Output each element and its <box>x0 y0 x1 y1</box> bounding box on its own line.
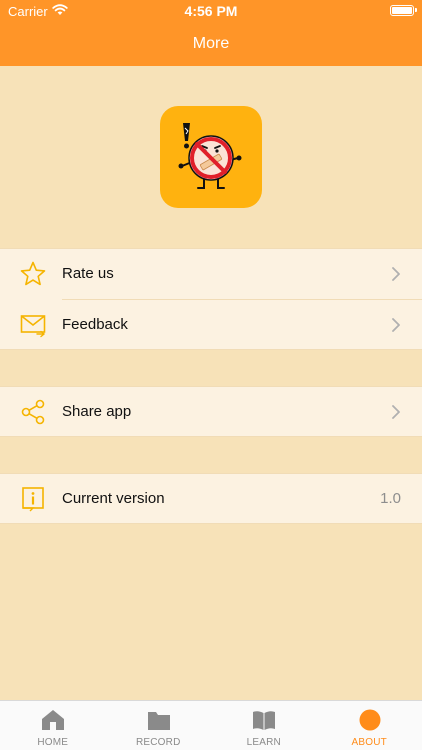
home-icon <box>42 710 64 730</box>
share-app-row[interactable]: Share app <box>0 387 422 437</box>
star-icon <box>20 261 46 286</box>
share-icon <box>21 399 45 425</box>
tab-learn-label: LEARN <box>246 737 281 748</box>
mascot-graphic <box>178 123 242 189</box>
book-icon <box>253 711 275 730</box>
tab-record[interactable]: RECORD <box>106 701 212 750</box>
folder-icon <box>147 712 170 730</box>
chevron-right-icon <box>392 405 400 419</box>
menu-group-feedback: Rate us Feedback <box>0 248 422 350</box>
tab-home-label: HOME <box>37 737 69 748</box>
tab-about[interactable]: ABOUT <box>317 701 422 750</box>
tab-bar: HOME RECORD LEARN ABOUT <box>0 700 422 750</box>
tab-about-label: ABOUT <box>351 737 387 748</box>
rate-us-row[interactable]: Rate us <box>0 249 422 299</box>
nav-bar: More <box>0 22 422 66</box>
page-title: More <box>192 35 230 52</box>
chevron-right-icon <box>392 267 400 281</box>
no-smoking-mascot-icon <box>160 106 262 208</box>
rate-us-label: Rate us <box>62 265 114 282</box>
tab-home[interactable]: HOME <box>0 701 106 750</box>
menu-group-version: Current version 1.0 <box>0 473 422 524</box>
battery-icon <box>390 5 417 16</box>
status-bar: Carrier 4:56 PM <box>0 0 422 22</box>
feedback-label: Feedback <box>62 316 128 333</box>
mail-icon <box>20 315 46 338</box>
share-app-label: Share app <box>62 403 132 420</box>
feedback-row[interactable]: Feedback <box>20 299 422 349</box>
status-time: 4:56 PM <box>184 3 238 19</box>
chevron-right-icon <box>392 318 400 332</box>
tab-record-label: RECORD <box>135 737 181 748</box>
info-icon <box>22 487 44 512</box>
version-value: 1.0 <box>380 490 401 507</box>
menu-group-share: Share app <box>0 386 422 437</box>
circle-icon <box>359 709 380 731</box>
current-version-label: Current version <box>62 490 165 507</box>
current-version-row: Current version 1.0 <box>0 474 422 524</box>
tab-learn[interactable]: LEARN <box>211 701 317 750</box>
